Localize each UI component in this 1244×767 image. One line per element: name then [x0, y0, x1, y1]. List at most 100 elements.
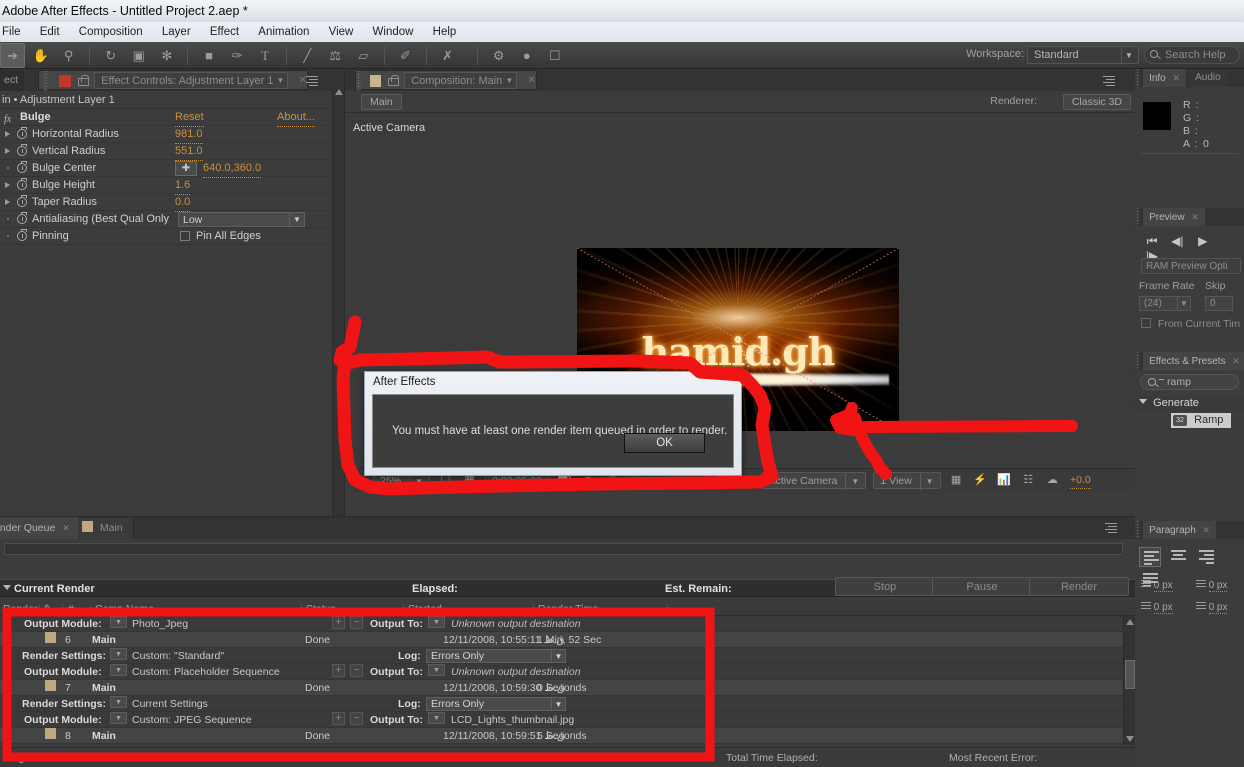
- ram-preview-options-button[interactable]: RAM Preview Opti: [1141, 258, 1241, 274]
- render-queue-row-render-settings[interactable]: Render Settings: ▼ Current Settings Log:…: [0, 696, 1123, 712]
- composition-tab[interactable]: Composition: Main ▼ ✕: [355, 70, 537, 92]
- hand-tool-icon[interactable]: ✋: [28, 43, 53, 68]
- close-icon[interactable]: ✕: [1173, 73, 1181, 83]
- column-header-render-time[interactable]: Render Time: [538, 602, 598, 616]
- add-output-module-icon[interactable]: +: [332, 616, 345, 629]
- tab-preview[interactable]: Preview ✕: [1143, 208, 1205, 226]
- puppet-pin-tool-icon[interactable]: ✗: [435, 43, 460, 68]
- add-output-module-icon[interactable]: +: [332, 712, 345, 725]
- tab-info[interactable]: Info ✕: [1143, 69, 1187, 87]
- param-value[interactable]: 0.0: [175, 194, 191, 212]
- render-queue-row-output-module[interactable]: Output Module: ▼ Custom: JPEG Sequence +…: [0, 712, 1123, 728]
- column-header-render[interactable]: Render: [3, 602, 37, 616]
- param-row-taper-radius[interactable]: Taper Radius 0.0: [0, 194, 344, 212]
- render-settings-value[interactable]: Current Settings: [132, 696, 208, 712]
- menu-item-window[interactable]: Window: [365, 22, 422, 42]
- indent-first-line-field[interactable]: 0 px: [1137, 601, 1189, 614]
- menu-item-view[interactable]: View: [321, 22, 362, 42]
- snapping-icon[interactable]: ☐: [542, 43, 567, 68]
- chevron-down-icon[interactable]: ▼: [505, 73, 513, 89]
- stopwatch-icon[interactable]: [17, 212, 27, 224]
- brush-tool-icon[interactable]: ╱: [295, 43, 320, 68]
- reset-link[interactable]: Reset: [175, 109, 204, 127]
- menu-item-animation[interactable]: Animation: [250, 22, 317, 42]
- from-current-time-checkbox[interactable]: [1141, 318, 1151, 328]
- previous-frame-icon[interactable]: ◀|: [1166, 234, 1188, 248]
- log-select[interactable]: Errors Only ▼: [426, 697, 566, 711]
- align-left-icon[interactable]: [1139, 547, 1161, 567]
- param-row-bulge-height[interactable]: Bulge Height 1.6: [0, 177, 344, 195]
- close-icon[interactable]: ✕: [527, 71, 535, 90]
- selection-tool-icon[interactable]: ➔: [0, 43, 25, 68]
- chevron-down-icon[interactable]: ▼: [276, 73, 284, 89]
- close-icon[interactable]: ✕: [1203, 525, 1211, 535]
- render-queue-scrollbar[interactable]: [1123, 616, 1135, 745]
- type-tool-icon[interactable]: T: [253, 43, 278, 68]
- render-button[interactable]: Render: [1029, 577, 1129, 596]
- exposure-value[interactable]: +0.0: [1069, 472, 1091, 489]
- twirl-down-icon[interactable]: [3, 585, 11, 590]
- menu-item-file[interactable]: File: [0, 22, 29, 42]
- chevron-down-icon[interactable]: ▼: [110, 648, 127, 660]
- close-icon[interactable]: ✕: [1232, 356, 1240, 366]
- zoom-tool-icon[interactable]: ⚲: [56, 43, 81, 68]
- scrollbar-thumb[interactable]: [1125, 660, 1135, 689]
- roto-brush-tool-icon[interactable]: ✐: [393, 43, 418, 68]
- about-link[interactable]: About...: [277, 109, 315, 127]
- twirl-icon[interactable]: [5, 148, 10, 154]
- fast-previews-icon[interactable]: ⚡: [972, 472, 989, 489]
- remove-output-module-icon[interactable]: −: [350, 616, 363, 629]
- timeline-icon[interactable]: 📊: [996, 472, 1013, 489]
- column-header-status[interactable]: Status: [306, 602, 336, 616]
- stopwatch-icon[interactable]: [17, 229, 27, 241]
- param-row-vertical-radius[interactable]: Vertical Radius 551.0: [0, 143, 344, 161]
- render-queue-row-render-settings[interactable]: Render Settings: ▼ Custom: "Standard" Lo…: [0, 648, 1123, 664]
- panel-menu-icon[interactable]: [1103, 74, 1117, 86]
- effect-controls-scrollbar[interactable]: [332, 87, 344, 516]
- render-queue-rows[interactable]: Output Module: ▼ Photo_Jpeg + − Output T…: [0, 616, 1123, 745]
- indent-right-field[interactable]: 0 px: [1192, 579, 1244, 592]
- param-value[interactable]: 1.6: [175, 177, 191, 195]
- sphere-icon[interactable]: ●: [514, 43, 539, 68]
- chevron-down-icon[interactable]: ▼: [428, 616, 445, 628]
- output-to-value[interactable]: LCD_Lights_thumbnail.jpg: [451, 712, 574, 728]
- align-right-icon[interactable]: [1195, 547, 1217, 567]
- tab-effects-presets[interactable]: Effects & Presets ✕: [1143, 352, 1244, 370]
- shape-tool-icon[interactable]: ■: [197, 43, 222, 68]
- pen-tool-icon[interactable]: ✑: [225, 43, 250, 68]
- panel-menu-icon[interactable]: [306, 74, 320, 86]
- tab-main-timeline[interactable]: Main: [78, 518, 134, 539]
- add-output-module-icon[interactable]: +: [332, 664, 345, 677]
- pan-behind-tool-icon[interactable]: ✻: [154, 43, 179, 68]
- point-picker-icon[interactable]: ✚: [175, 161, 197, 176]
- ok-button[interactable]: OK: [624, 433, 705, 453]
- param-row-horizontal-radius[interactable]: Horizontal Radius 981.0: [0, 126, 344, 144]
- space-after-field[interactable]: 0 px: [1192, 601, 1244, 614]
- param-row-bulge-center[interactable]: Bulge Center ✚ 640.0,360.0: [0, 160, 344, 178]
- transform-axis-icon[interactable]: ⚙: [486, 43, 511, 68]
- exposure-reset-icon[interactable]: ☁: [1044, 472, 1061, 489]
- render-queue-row-comp[interactable]: 8 Main Done 12/11/2008, 10:59:51 ق.ظ 5 S…: [0, 728, 1123, 744]
- param-value[interactable]: 640.0,360.0: [203, 160, 262, 178]
- render-settings-value[interactable]: Custom: "Standard": [132, 648, 224, 664]
- effect-controls-tab[interactable]: Effect Controls: Adjustment Layer 1 ▼ ✕: [38, 70, 308, 92]
- output-module-value[interactable]: Photo_Jpeg: [132, 616, 188, 632]
- scroll-up-icon[interactable]: [1126, 619, 1134, 625]
- close-icon[interactable]: ✕: [62, 523, 70, 533]
- column-header-started[interactable]: Started: [408, 602, 442, 616]
- lock-icon[interactable]: [78, 75, 90, 86]
- close-icon[interactable]: ✕: [1191, 212, 1199, 222]
- frame-rate-select[interactable]: (24) ▼: [1139, 296, 1191, 311]
- search-help-input[interactable]: Search Help: [1144, 46, 1240, 64]
- comp-flowchart-icon[interactable]: ☷: [1020, 472, 1037, 489]
- tab-render-queue[interactable]: ender Queue ✕: [0, 517, 78, 539]
- renderer-value[interactable]: Classic 3D: [1062, 94, 1131, 110]
- stopwatch-icon[interactable]: [17, 127, 27, 139]
- menu-item-layer[interactable]: Layer: [154, 22, 199, 42]
- output-to-value[interactable]: Unknown output destination: [451, 616, 581, 632]
- chevron-down-icon[interactable]: ▼: [110, 712, 127, 724]
- menu-item-effect[interactable]: Effect: [202, 22, 247, 42]
- stopwatch-icon[interactable]: [17, 178, 27, 190]
- stopwatch-icon[interactable]: [17, 195, 27, 207]
- from-current-time-row[interactable]: From Current Tim: [1141, 318, 1240, 330]
